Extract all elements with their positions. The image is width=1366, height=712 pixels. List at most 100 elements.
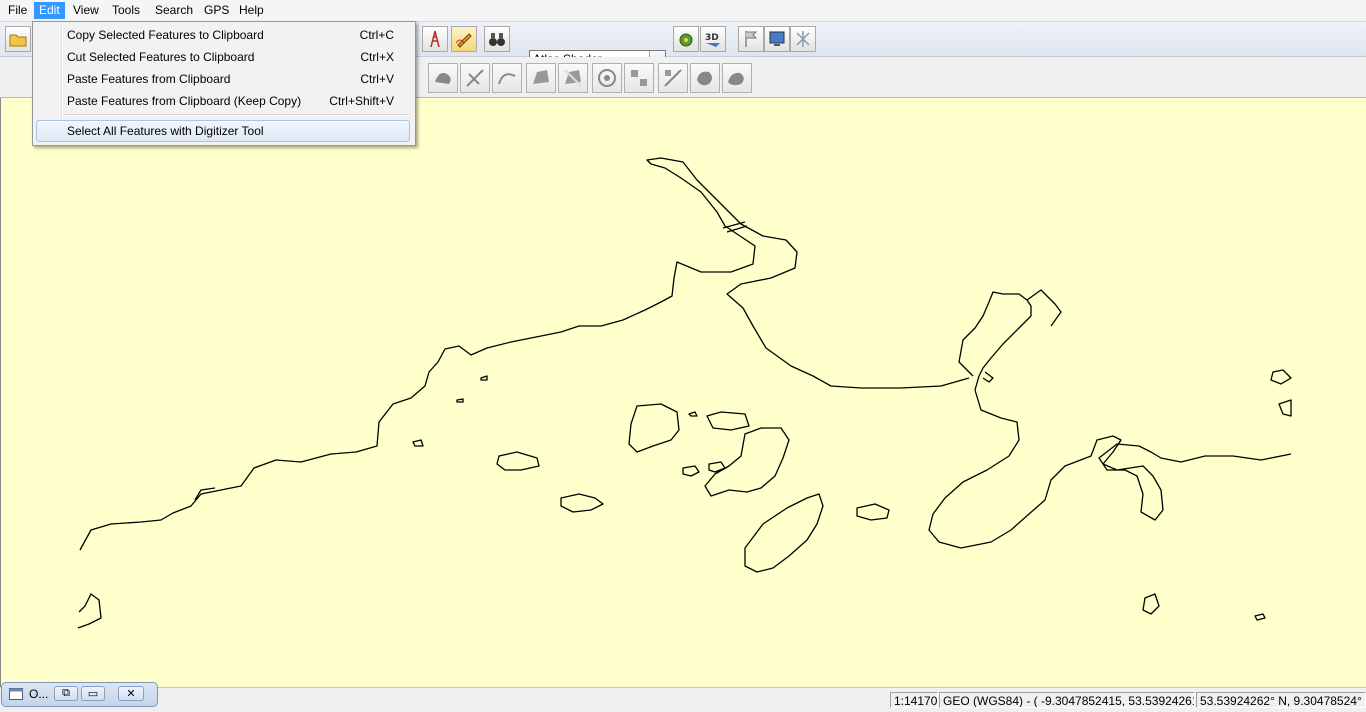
island-14 [1142,593,1160,615]
island-6 [744,493,824,573]
island-13 [688,411,698,417]
island-11 [456,398,464,403]
network-button[interactable] [790,26,816,52]
rotate-icon [598,69,616,87]
digitizer-tool-10[interactable] [722,63,752,93]
menu-file[interactable]: File [3,2,32,19]
window-icon [9,688,23,700]
island-1 [628,403,680,453]
coast-harbor [982,371,994,383]
binoculars-icon [489,33,505,46]
coastline-main [79,157,970,551]
menu-item-shortcut: Ctrl+Shift+V [329,94,394,108]
shader-gear-icon [679,33,693,47]
grid-icon [631,70,647,86]
polygon-icon [533,70,549,84]
blob-icon [697,71,712,86]
blob2-icon [728,72,744,86]
menu-item-label: Copy Selected Features to Clipboard [67,28,264,42]
shader-options-button[interactable] [673,26,699,52]
svg-text:3D: 3D [705,33,719,43]
network-icon [796,31,810,47]
island-15 [1254,613,1266,621]
monitor-icon [769,31,785,46]
menu-search[interactable]: Search [150,2,198,19]
shape-edit-icon [435,73,451,84]
menu-item-label: Paste Features from Clipboard (Keep Copy… [67,94,302,108]
layers-button[interactable] [764,26,790,52]
close-button[interactable]: ✕ [118,686,144,701]
menu-item-shortcut: Ctrl+C [359,28,394,42]
menu-item-shortcut: Ctrl+V [360,72,394,86]
digitizer-tool-9[interactable] [690,63,720,93]
digitizer-tool-button[interactable] [451,26,477,52]
digitizer-tool-4[interactable] [526,63,556,93]
cursor-coords-readout: 53.53924262° N, 9.30478524° W [1196,692,1366,708]
3d-icon: 3D [705,33,720,47]
island-9 [708,461,726,473]
minimized-window-title: O... [29,687,49,701]
menu-gps[interactable]: GPS [199,2,234,19]
folder-icon [9,34,27,47]
island-12 [480,375,488,381]
island-7 [856,503,890,521]
menu-view[interactable]: View [68,2,104,19]
island-2 [706,411,750,431]
coastline-map [77,157,1292,629]
island-17 [1278,399,1292,417]
close-icon: ✕ [126,688,136,700]
island-5 [560,493,604,513]
edit-menu-dropdown: Copy Selected Features to Clipboard Ctrl… [32,21,416,146]
search-binoculars-button[interactable] [484,26,510,52]
island-16 [1270,369,1292,385]
flag-button[interactable] [738,26,764,52]
pier-line [722,221,748,233]
island-8 [682,465,700,477]
tower-icon [430,30,440,48]
restore-button[interactable]: ⧉ [54,686,78,701]
status-bar: 1:14170 GEO (WGS84) - ( -9.3047852415, 5… [0,687,1366,712]
coastline-east [928,291,1292,549]
digitizer-tool-6[interactable] [592,63,622,93]
island-4 [496,451,540,471]
menu-item-paste-keep-copy[interactable]: Paste Features from Clipboard (Keep Copy… [36,90,410,112]
pipeline-tool-button[interactable] [422,26,448,52]
menu-item-select-all-features[interactable]: Select All Features with Digitizer Tool [36,120,410,142]
menu-item-label: Paste Features from Clipboard [67,72,231,86]
pencil-icon [455,33,472,48]
view-3d-button[interactable]: 3D [700,26,726,52]
menu-item-cut-features[interactable]: Cut Selected Features to Clipboard Ctrl+… [36,46,410,68]
menu-item-paste-features[interactable]: Paste Features from Clipboard Ctrl+V [36,68,410,90]
vertex-icon [466,69,484,87]
open-folder-button[interactable] [5,26,31,52]
flag-icon [745,31,758,47]
digitizer-tool-1[interactable] [428,63,458,93]
maximize-icon: ▭ [87,688,99,700]
polygon-cut-icon [564,69,582,87]
menu-separator [64,114,410,116]
digitizer-tool-8[interactable] [658,63,688,93]
coast-sw [77,593,102,629]
coastline-jetty [1026,289,1062,327]
maximize-button[interactable]: ▭ [81,686,105,701]
projection-readout: GEO (WGS84) - ( -9.3047852415, 53.539242… [939,692,1195,708]
scale-readout: 1:14170 [890,692,938,708]
map-view[interactable] [0,98,1366,687]
menu-item-shortcut: Ctrl+X [360,50,394,64]
menu-item-copy-features[interactable]: Copy Selected Features to Clipboard Ctrl… [36,24,410,46]
digitizer-tool-2[interactable] [460,63,490,93]
digitizer-tool-5[interactable] [558,63,588,93]
menu-item-label: Select All Features with Digitizer Tool [67,124,264,138]
digitizer-tool-7[interactable] [624,63,654,93]
menu-edit[interactable]: Edit [34,2,65,19]
menu-bar: File Edit View Tools Search GPS Help [0,0,1366,22]
island-10 [412,439,424,447]
menu-tools[interactable]: Tools [107,2,145,19]
split-icon [664,69,682,87]
digitizer-tool-3[interactable] [492,63,522,93]
arc-icon [498,73,516,85]
restore-icon: ⧉ [62,687,70,699]
menu-item-label: Cut Selected Features to Clipboard [67,50,255,64]
minimized-window[interactable]: O... ⧉ ▭ ✕ [1,682,158,707]
menu-help[interactable]: Help [234,2,269,19]
